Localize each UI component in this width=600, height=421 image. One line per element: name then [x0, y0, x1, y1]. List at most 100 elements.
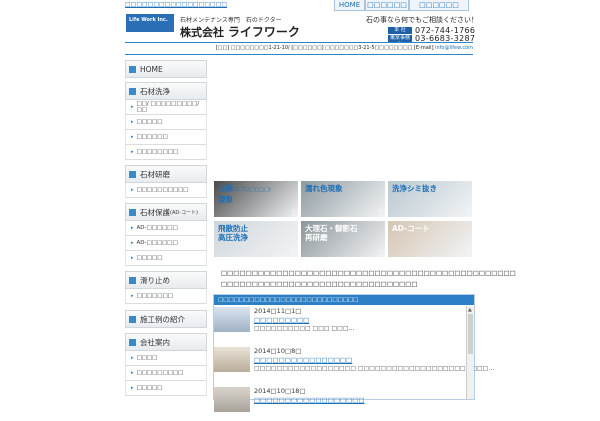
news-scrollbar[interactable]: ▲ — [466, 306, 474, 399]
sidebar-heading[interactable]: 石材洗浄 — [125, 82, 207, 100]
tile-label: AD-コート — [392, 224, 430, 233]
nav-item-3[interactable]: □□□□□□ — [409, 0, 469, 11]
arrow-right-icon: ▸ — [131, 225, 134, 231]
sidebar-section-antislip: 滑り止め ▸ □□□□□□□ — [125, 271, 207, 304]
tel-tokyo-office: 東京事務所 03-6683-3287 — [388, 34, 475, 48]
arrow-right-icon: ▸ — [131, 134, 134, 140]
sidebar-heading-label: 施工例の紹介 — [140, 314, 185, 324]
sidebar-home-button[interactable]: HOME — [125, 60, 207, 78]
sidebar-section-cleaning: 石材洗浄 ▸ □□/ □□□□□□□□□/□□ ▸ □□□□□ ▸ □□□□□□ ▸ □… — [125, 82, 207, 160]
sidebar-heading[interactable]: 滑り止め — [125, 271, 207, 289]
news-description: □□□□□□□□□□□□□□□□□□ □□□□□□□□□□□□□□□□□□□□□… — [254, 365, 495, 372]
nav-item-2[interactable]: □□□□□□ — [365, 0, 409, 11]
news-date: 2014□10□8□ — [254, 347, 302, 355]
email-link[interactable]: info@lifew.com — [435, 45, 473, 51]
sidebar-item[interactable]: ▸ AD-□□□□□□ — [125, 236, 207, 251]
square-bullet-icon — [129, 208, 136, 216]
intro-line: □□□□□□□□□□□□□□□□□□□□□□□□□□□□□□□□ — [221, 280, 418, 288]
sidebar-item-label: □□/ □□□□□□□□□/□□ — [136, 101, 200, 113]
service-tile-high-pressure[interactable]: 飛散防止 高圧洗浄 › — [214, 221, 298, 257]
sidebar-section-protection: 石材保護 (AD-コート) ▸ AD-□□□□□□ ▸ AD-□□□□□□ ▸ □□□□… — [125, 203, 207, 266]
sidebar-item-label: AD-□□□□□□ — [136, 240, 178, 246]
tile-label-line1: AD-コート — [392, 224, 430, 233]
nav-home[interactable]: HOME — [334, 0, 365, 11]
sidebar-item-label: □□□□□□□□□ — [136, 370, 184, 376]
news-title-link[interactable]: □□□□□□□□□□□□□□□□ — [254, 356, 352, 364]
news-thumbnail[interactable] — [214, 347, 250, 372]
sidebar-item-label: □□□□□ — [136, 119, 163, 125]
sidebar-item[interactable]: ▸ □□/ □□□□□□□□□/□□ — [125, 100, 207, 115]
tile-label-note: (エフロ□□□□) — [233, 187, 271, 193]
square-bullet-icon — [129, 276, 136, 284]
news-item: 2014□10□18□ □□□□□□□□□□□□□□□□□□ — [214, 387, 466, 421]
sidebar-item[interactable]: ▸ □□□□□ — [125, 115, 207, 130]
arrow-right-icon: ▸ — [131, 149, 134, 155]
sidebar-heading-label: 会社案内 — [140, 337, 170, 347]
chevron-right-icon: › — [378, 246, 382, 255]
sidebar-item[interactable]: ▸ □□□□□□□□□ — [125, 366, 207, 381]
sidebar-item[interactable]: ▸ □□□□□□□ — [125, 289, 207, 304]
tile-label: 飛散防止 高圧洗浄 — [218, 224, 248, 242]
address-bar: [□□] □□□□□□□□1-21-10/ [□□□□□□] □□□□□□□3-… — [125, 45, 473, 53]
sidebar-heading-label: 滑り止め — [140, 275, 170, 285]
service-tile-wet-look[interactable]: 濡れ色現象 › — [301, 181, 385, 217]
header-divider — [125, 42, 473, 43]
tel-badge-tokyo-office: 東京事務所 — [388, 34, 412, 48]
tile-label-line1: 大理石・御影石 — [305, 224, 358, 233]
company-name: 株式会社 ライフワーク — [180, 23, 300, 40]
square-bullet-icon — [129, 315, 136, 323]
news-heading: □□□□□□□□□□□□□□□□□□□□□□□□□□□ — [214, 295, 474, 305]
square-bullet-icon — [129, 338, 136, 346]
square-bullet-icon — [129, 170, 136, 178]
service-tile-stain-removal[interactable]: 洗浄シミ抜き › — [388, 181, 472, 217]
sidebar-item[interactable]: ▸ □□□□□□□□□□ — [125, 183, 207, 198]
arrow-right-icon: ▸ — [131, 255, 134, 261]
tile-label: 濡れ色現象 — [305, 184, 343, 193]
arrow-right-icon: ▸ — [131, 119, 134, 125]
news-date: 2014□11□1□ — [254, 307, 302, 315]
sidebar-item[interactable]: ▸ AD-□□□□□□ — [125, 221, 207, 236]
sidebar-heading-label: 石材保護 — [140, 207, 170, 217]
arrow-right-icon: ▸ — [131, 240, 134, 246]
news-thumbnail[interactable] — [214, 307, 250, 332]
sidebar-home[interactable]: HOME — [125, 60, 207, 78]
tile-label: 洗浄シミ抜き — [392, 184, 437, 193]
news-title-link[interactable]: □□□□□□□□□□□□□□□□□□ — [254, 396, 365, 404]
service-tile-ad-coat[interactable]: AD-コート › — [388, 221, 472, 257]
scrollbar-thumb[interactable] — [468, 314, 473, 354]
service-tile-repolish[interactable]: 大理石・御影石 再研磨 › — [301, 221, 385, 257]
sidebar-home-label: HOME — [140, 64, 163, 74]
chevron-right-icon: › — [465, 206, 469, 215]
sidebar-heading[interactable]: 会社案内 — [125, 333, 207, 351]
arrow-right-icon: ▸ — [131, 187, 134, 193]
sidebar-item[interactable]: ▸ □□□□□□□□ — [125, 145, 207, 160]
tile-label: 大理石・御影石 再研磨 — [305, 224, 358, 242]
sidebar-item[interactable]: ▸ □□□□□ — [125, 381, 207, 396]
sidebar-item[interactable]: ▸ □□□□ — [125, 351, 207, 366]
sidebar-heading-label: 石材研磨 — [140, 169, 170, 179]
sidebar-item[interactable]: ▸ □□□□□ — [125, 251, 207, 266]
intro-text: □□□□□□□□□□□□□□□□□□□□□□□□□□□□□□□□□□□□□□□□… — [221, 268, 516, 290]
sidebar-heading[interactable]: 石材保護 (AD-コート) — [125, 203, 207, 221]
scroll-up-icon[interactable]: ▲ — [468, 307, 472, 313]
company-logo[interactable]: Life Work Inc. — [126, 14, 174, 32]
sidebar-item-label: □□□□□□ — [136, 134, 168, 140]
sidebar-heading-note: (AD-コート) — [170, 209, 198, 216]
news-title-link[interactable]: □□□□□□□□□ — [254, 316, 309, 324]
top-tagline-link[interactable]: □□□□□□□□□□□□□□□□□□ — [125, 1, 227, 8]
sidebar-item-label: □□□□□□□□ — [136, 149, 179, 155]
square-bullet-icon — [129, 87, 136, 95]
sidebar-item-label: □□□□□ — [136, 385, 163, 391]
sidebar-item-label: □□□□ — [136, 355, 158, 361]
arrow-right-icon: ▸ — [131, 370, 134, 376]
header-divider-bottom — [125, 54, 473, 55]
tile-label-line1: 濡れ色現象 — [305, 184, 343, 193]
tile-label-line1: 洗浄シミ抜き — [392, 184, 437, 193]
service-tile-efflorescence[interactable]: 白華(エフロ□□□□) 現象 › — [214, 181, 298, 217]
sidebar-heading[interactable]: 施工例の紹介 — [125, 310, 207, 328]
sidebar-heading[interactable]: 石材研磨 — [125, 165, 207, 183]
news-date: 2014□10□18□ — [254, 387, 306, 395]
tile-label-line1: 飛散防止 — [218, 224, 248, 233]
sidebar-item-label: □□□□□□□□□□ — [136, 187, 189, 193]
sidebar-item[interactable]: ▸ □□□□□□ — [125, 130, 207, 145]
